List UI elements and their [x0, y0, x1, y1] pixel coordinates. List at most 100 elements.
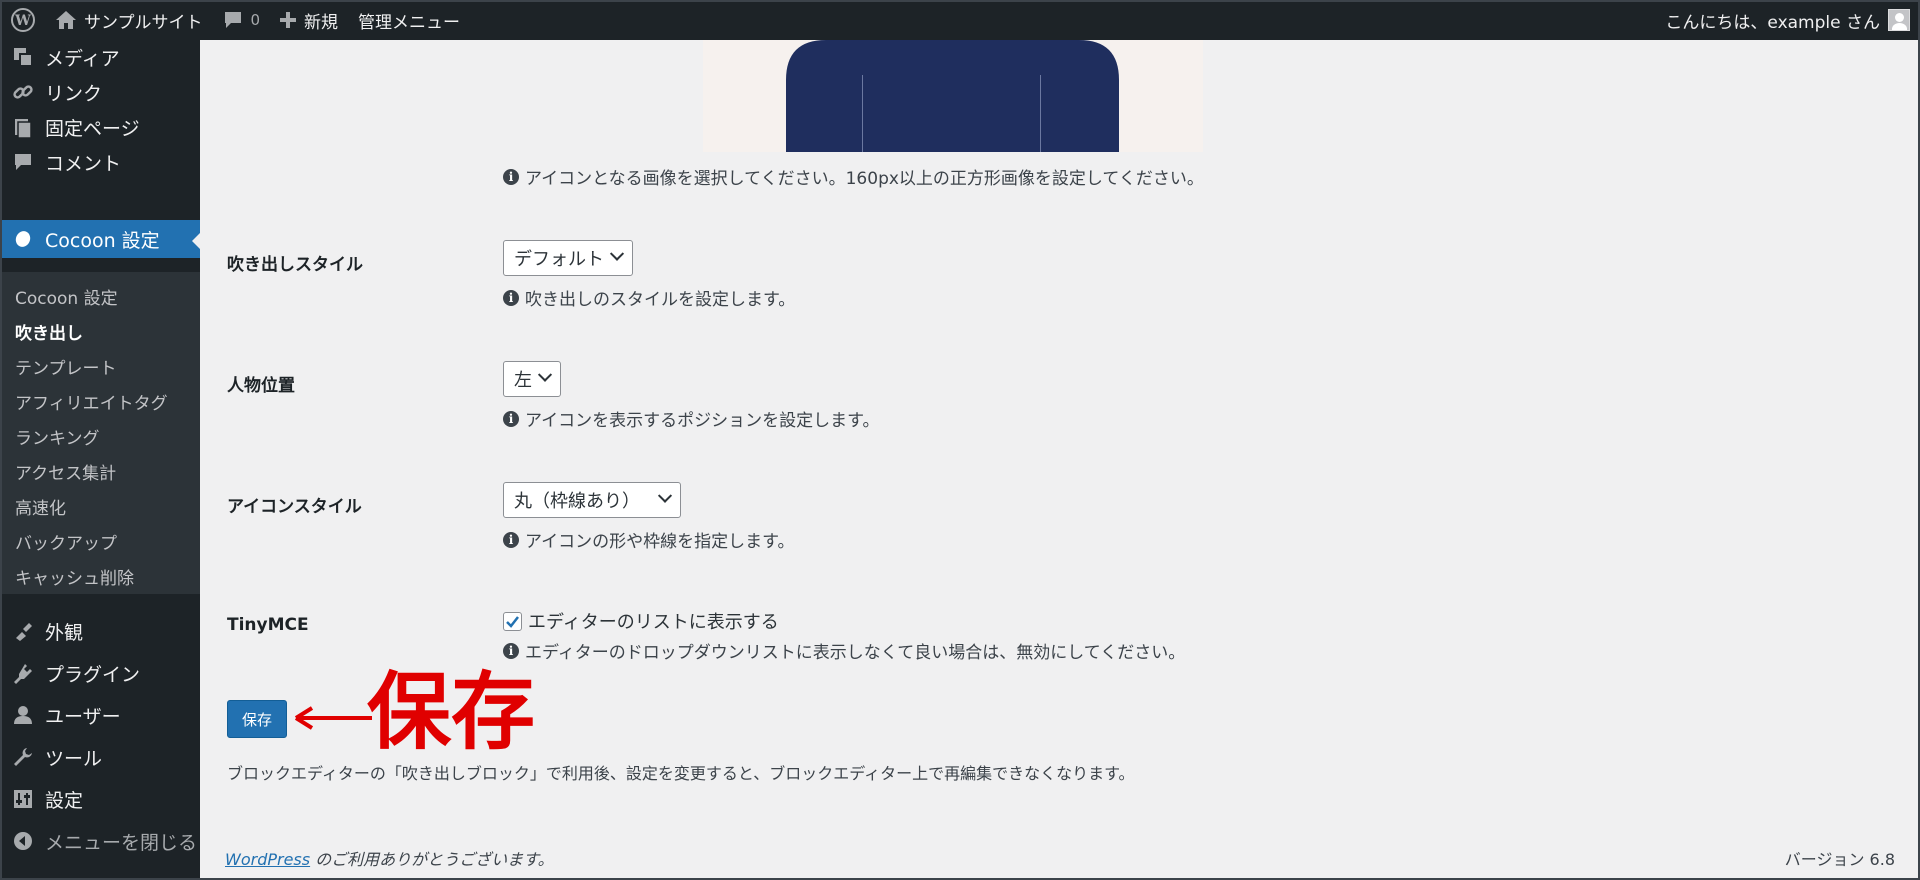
info-icon: i [503, 642, 519, 659]
svg-text:W: W [14, 13, 31, 29]
cocoon-submenu: Cocoon 設定 吹き出し テンプレート アフィリエイトタグ ランキング アク… [0, 272, 200, 594]
icon-style-label: アイコンスタイル [227, 497, 362, 517]
submenu-item-balloon[interactable]: 吹き出し [15, 319, 83, 344]
submenu-item-ranking[interactable]: ランキング [15, 424, 100, 449]
plus-icon [280, 12, 297, 28]
new-label: 新規 [304, 12, 339, 33]
plugin-icon [12, 662, 34, 684]
submenu-item-template[interactable]: テンプレート [15, 354, 117, 379]
chevron-down-icon [657, 488, 673, 503]
site-name: サンプルサイト [84, 12, 203, 33]
chevron-down-icon [537, 367, 553, 382]
admin-sidebar: メディア リンク 固定ページ コメント Cocoon 設定 Cocoon 設定 … [0, 40, 200, 880]
user-icon [12, 704, 34, 726]
comment-icon [12, 151, 34, 173]
comment-count: 0 [250, 11, 261, 29]
footer-thanks: WordPress のご利用ありがとうございます。 [225, 846, 554, 870]
sidebar-item-label: 外観 [45, 621, 84, 644]
balloon-style-value: デフォルト [514, 249, 604, 270]
collapse-menu-label: メニューを閉じる [45, 831, 198, 854]
tinymce-label: TinyMCE [227, 615, 309, 635]
tinymce-checkbox-label[interactable]: エディターのリストに表示する [528, 608, 779, 634]
position-desc-text: アイコンを表示するポジションを設定します。 [525, 411, 880, 431]
submenu-item-speedup[interactable]: 高速化 [15, 494, 66, 519]
sidebar-item-label: ツール [45, 747, 103, 770]
sidebar-item-label: Cocoon 設定 [45, 229, 160, 252]
sidebar-item-label: プラグイン [45, 663, 141, 686]
tool-icon [12, 746, 34, 768]
position-select[interactable]: 左 [503, 361, 561, 397]
submenu-item-access[interactable]: アクセス集計 [15, 459, 116, 484]
settings-icon [12, 788, 34, 810]
comment-bubble-icon [223, 11, 243, 29]
tinymce-checkbox[interactable] [503, 611, 522, 631]
submenu-item-affiliate-tag[interactable]: アフィリエイトタグ [15, 389, 168, 414]
sidebar-item-users[interactable]: ユーザー [0, 694, 200, 736]
sidebar-item-appearance[interactable]: 外観 [0, 610, 200, 652]
footer-thanks-text: のご利用ありがとうございます。 [310, 850, 554, 869]
collapse-arrow-icon [12, 830, 34, 852]
balloon-style-label: 吹き出しスタイル [227, 255, 363, 275]
sidebar-item-tools[interactable]: ツール [0, 736, 200, 778]
info-icon: i [503, 289, 519, 306]
balloon-style-description: i 吹き出しのスタイルを設定します。 [503, 285, 795, 310]
footer-version: バージョン 6.8 [1784, 850, 1895, 869]
position-value: 左 [514, 370, 532, 391]
annotation-text: 保存 [367, 663, 536, 761]
annotation-arrow-icon [294, 706, 372, 730]
icon-preview-corners [786, 40, 1119, 80]
position-description: i アイコンを表示するポジションを設定します。 [503, 406, 879, 431]
submenu-item-cocoon-settings[interactable]: Cocoon 設定 [15, 284, 118, 309]
media-icon [12, 46, 34, 68]
link-icon [12, 81, 34, 103]
save-button[interactable]: 保存 [227, 700, 287, 738]
admin-menu-link[interactable]: 管理メニュー [348, 0, 470, 40]
sidebar-item-comments[interactable]: コメント [0, 141, 200, 183]
chevron-down-icon [609, 246, 625, 261]
icon-style-description: i アイコンの形や枠線を指定します。 [503, 527, 794, 552]
icon-style-desc-text: アイコンの形や枠線を指定します。 [525, 532, 795, 552]
submenu-item-cache-clear[interactable]: キャッシュ削除 [15, 564, 134, 589]
tinymce-description: i エディターのドロップダウンリストに表示しなくて良い場合は、無効にしてください… [503, 638, 1185, 663]
balloon-style-select[interactable]: デフォルト [503, 240, 633, 276]
info-icon: i [503, 410, 519, 427]
new-content-link[interactable]: 新規 [270, 0, 348, 40]
block-editor-note: ブロックエディターの「吹き出しブロック」で利用後、設定を変更すると、ブロックエデ… [227, 764, 1135, 783]
cocoon-icon [12, 228, 34, 250]
wordpress-link[interactable]: WordPress [225, 850, 310, 869]
sidebar-item-label: メディア [45, 47, 120, 70]
tinymce-desc-text: エディターのドロップダウンリストに表示しなくて良い場合は、無効にしてください。 [525, 643, 1186, 663]
sidebar-item-cocoon-settings[interactable]: Cocoon 設定 [0, 220, 200, 258]
submenu-item-backup[interactable]: バックアップ [15, 529, 117, 554]
sidebar-item-label: 固定ページ [45, 117, 140, 140]
icon-style-value: 丸（枠線あり） [514, 491, 640, 512]
position-label: 人物位置 [227, 376, 295, 396]
icon-description: i アイコンとなる画像を選択してください。160px以上の正方形画像を設定してく… [503, 164, 1204, 189]
appearance-icon [12, 620, 34, 642]
admin-menu-label: 管理メニュー [358, 12, 461, 33]
sidebar-item-label: コメント [45, 152, 122, 175]
page-icon [12, 116, 34, 138]
balloon-style-desc-text: 吹き出しのスタイルを設定します。 [525, 290, 796, 310]
collapse-menu-button[interactable]: メニューを閉じる [0, 820, 200, 862]
wordpress-logo-icon[interactable]: W [0, 0, 46, 40]
avatar [1888, 9, 1910, 31]
sidebar-item-label: リンク [45, 82, 103, 105]
info-icon: i [503, 531, 519, 548]
icon-style-select[interactable]: 丸（枠線あり） [503, 482, 681, 518]
sidebar-item-label: 設定 [45, 789, 84, 812]
checkmark-icon [506, 615, 519, 628]
sidebar-item-settings[interactable]: 設定 [0, 778, 200, 820]
main-content: i アイコンとなる画像を選択してください。160px以上の正方形画像を設定してく… [200, 40, 1920, 880]
tinymce-checkbox-row: エディターのリストに表示する [503, 608, 779, 634]
site-name-link[interactable]: サンプルサイト [46, 0, 213, 40]
comments-link[interactable]: 0 [213, 0, 271, 40]
admin-bar: W サンプルサイト 0 新規 管理メニュー こんにちは、example さん [0, 0, 1920, 40]
greeting: こんにちは、example さん [1665, 12, 1880, 33]
icon-description-text: アイコンとなる画像を選択してください。160px以上の正方形画像を設定してくださ… [525, 169, 1204, 189]
my-account-link[interactable]: こんにちは、example さん [1655, 0, 1920, 40]
sidebar-item-plugins[interactable]: プラグイン [0, 652, 200, 694]
home-icon [56, 11, 76, 29]
sidebar-item-label: ユーザー [45, 705, 121, 728]
info-icon: i [503, 168, 519, 185]
